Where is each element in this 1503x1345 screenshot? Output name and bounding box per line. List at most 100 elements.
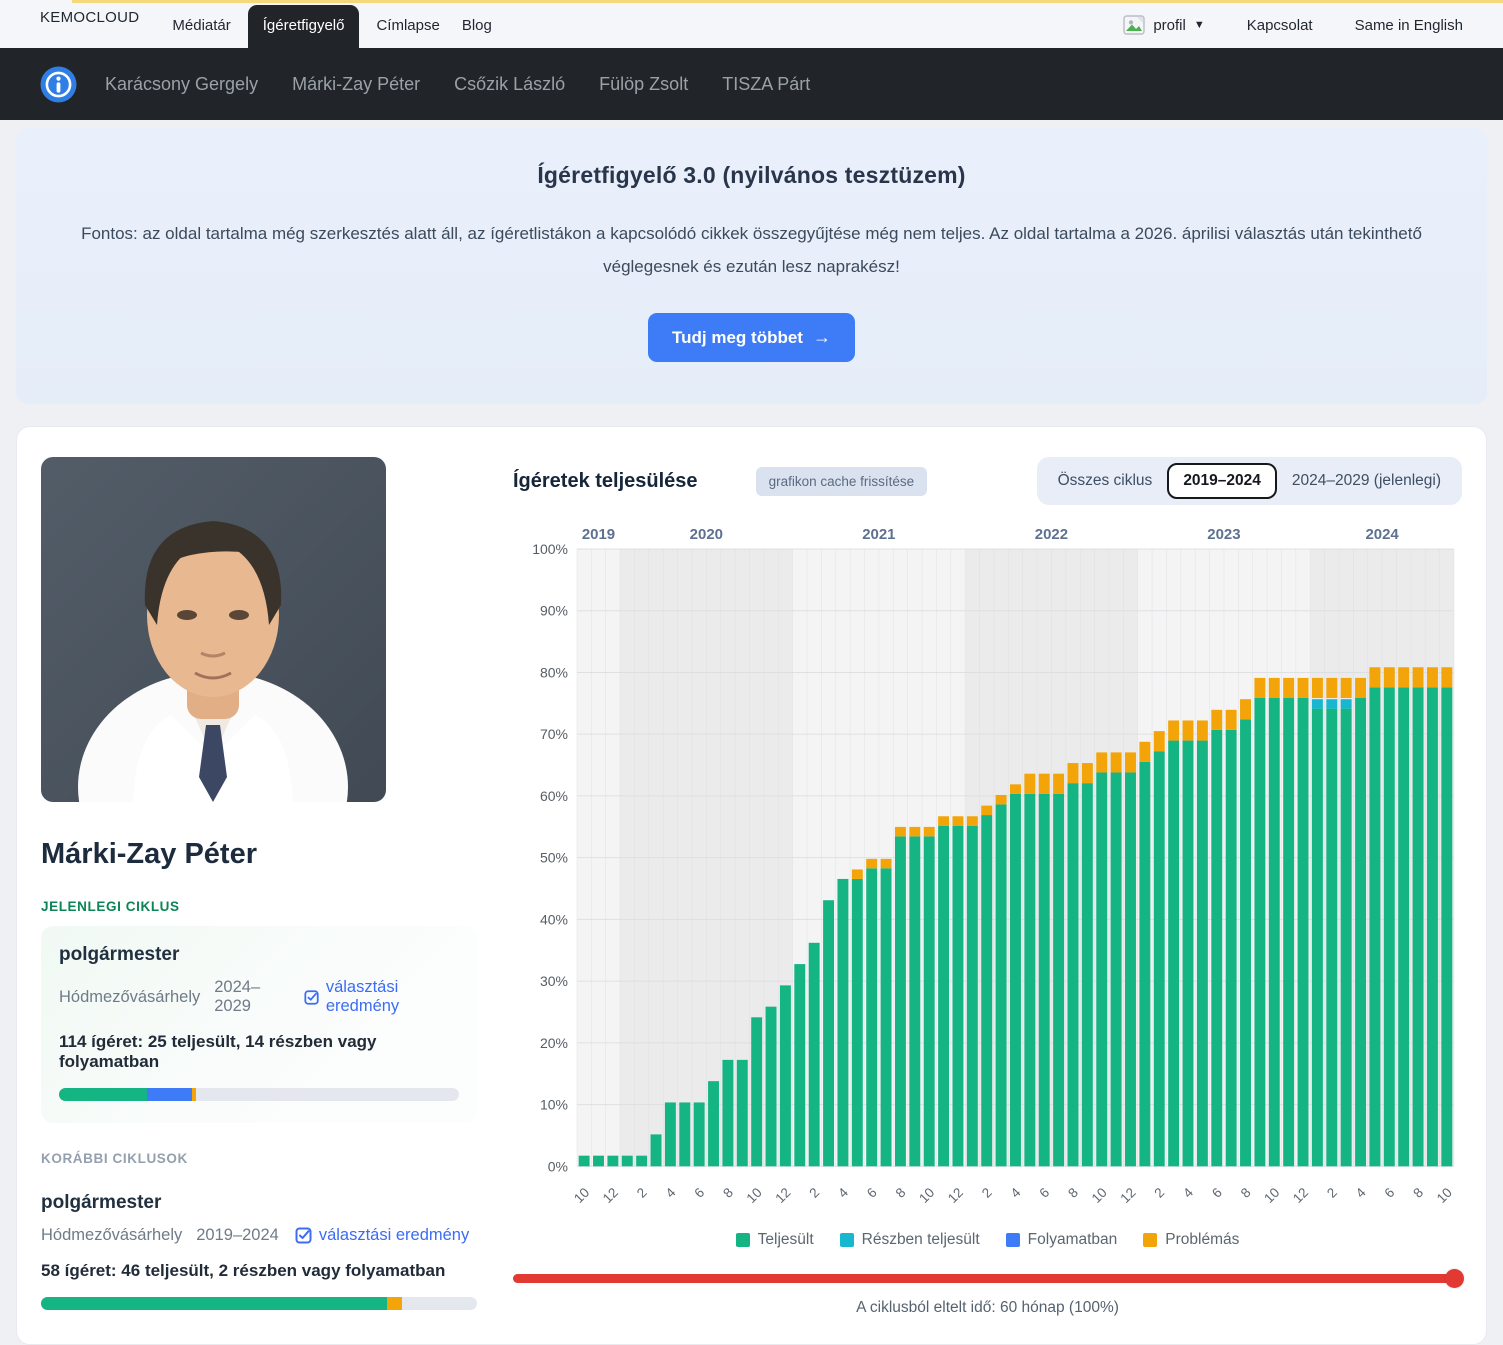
top-accent-strip [72,0,1503,3]
svg-text:6: 6 [691,1185,707,1201]
svg-text:40%: 40% [540,912,568,928]
chart-legend: TeljesültRészben teljesültFolyamatbanPro… [513,1231,1462,1249]
topnav-item-igeretfigyelo[interactable]: Ígéretfigyelő [248,5,360,48]
politician-link-fulop-zsolt[interactable]: Fülöp Zsolt [599,74,688,95]
current-role: polgármester [59,944,459,966]
chart-svg: 2019202020212022202320240%10%20%30%40%50… [513,521,1462,1226]
learn-more-button[interactable]: Tudj meg többet → [648,313,855,362]
info-icon[interactable] [40,66,77,103]
cycle-tab-2024-2029-jelenlegi[interactable]: 2024–2029 (jelenlegi) [1277,464,1456,498]
svg-text:80%: 80% [540,665,568,681]
cycle-tab-2019-2024[interactable]: 2019–2024 [1167,463,1277,499]
progress-segment-teljesult [59,1088,147,1101]
hero-title: Ígéretfigyelő 3.0 (nyilvános tesztüzem) [62,162,1441,189]
svg-text:4: 4 [835,1185,851,1201]
progress-segment-folyamatban [147,1088,193,1101]
svg-text:10: 10 [1434,1185,1455,1206]
svg-text:2: 2 [806,1185,822,1201]
previous-election-link-label: választási eredmény [319,1226,469,1245]
previous-years: 2019–2024 [196,1226,279,1245]
elapsed-time-caption: A ciklusból eltelt idő: 60 hónap (100%) [513,1299,1462,1317]
svg-text:4: 4 [1353,1185,1369,1201]
svg-text:6: 6 [864,1185,880,1201]
topnav-item-cimlapse[interactable]: Címlapse [365,17,450,48]
politician-link-tisza-part[interactable]: TISZA Párt [722,74,810,95]
politician-photo [41,457,386,802]
svg-text:8: 8 [720,1185,736,1201]
svg-text:100%: 100% [532,541,568,557]
brand-kemocloud[interactable]: KEMOCLOUD [40,9,139,40]
profile-menu[interactable]: profil ▼ [1123,14,1204,36]
main-content-card: Márki-Zay Péter JELENLEGI CIKLUS polgárm… [16,426,1487,1345]
svg-text:90%: 90% [540,603,568,619]
politician-link-karacsony-gergely[interactable]: Karácsony Gergely [105,74,258,95]
time-slider-thumb[interactable] [1445,1269,1464,1288]
svg-text:10%: 10% [540,1097,568,1113]
profile-label: profil [1153,17,1186,34]
chart-panel: Ígéretek teljesülése grafikon cache fris… [513,457,1462,1318]
svg-text:10: 10 [916,1185,937,1206]
current-election-link[interactable]: választási eredmény [304,978,459,1016]
svg-text:2021: 2021 [862,526,895,543]
legend-item-reszben-teljesult: Részben teljesült [840,1231,980,1249]
svg-text:20%: 20% [540,1035,568,1051]
previous-city: Hódmezővásárhely [41,1226,182,1245]
svg-text:60%: 60% [540,788,568,804]
chart-title: Ígéretek teljesülése [513,470,698,493]
legend-label: Részben teljesült [862,1231,980,1249]
svg-text:4: 4 [663,1185,679,1201]
previous-term-line: Hódmezővásárhely 2019–2024 választási er… [41,1226,477,1245]
time-slider[interactable] [513,1269,1462,1287]
svg-text:10: 10 [1089,1185,1110,1206]
svg-text:10: 10 [571,1185,592,1206]
current-election-link-label: választási eredmény [326,978,459,1016]
legend-swatch-reszben-teljesult [840,1233,854,1247]
cycle-tab-group: Összes ciklus2019–20242024–2029 (jelenle… [1037,457,1462,505]
svg-text:12: 12 [945,1185,966,1206]
progress-segment-problemas [192,1088,196,1101]
topnav-link-kapcsolat[interactable]: Kapcsolat [1247,17,1313,34]
checkbox-check-icon [295,1227,312,1244]
current-years: 2024–2029 [214,978,288,1016]
current-cycle-label: JELENLEGI CIKLUS [41,899,477,914]
legend-item-teljesult: Teljesült [736,1231,814,1249]
svg-text:2: 2 [634,1185,650,1201]
hero-banner: Ígéretfigyelő 3.0 (nyilvános tesztüzem) … [16,128,1487,404]
svg-text:50%: 50% [540,850,568,866]
topnav-item-mediatar[interactable]: Médiatár [161,17,241,48]
legend-label: Problémás [1165,1231,1239,1249]
topnav-link-english[interactable]: Same in English [1355,17,1463,34]
current-progress-bar [59,1088,459,1101]
politicians-navbar: Karácsony Gergely Márki-Zay Péter Csőzik L… [0,48,1503,120]
cycle-tab-osszes-ciklus[interactable]: Összes ciklus [1043,464,1168,498]
top-navbar: KEMOCLOUD MédiatárÍgéretfigyelőCímlapseB… [0,0,1503,48]
time-slider-track[interactable] [513,1274,1462,1283]
svg-text:10: 10 [1261,1185,1282,1206]
progress-segment-problemas [387,1297,402,1310]
previous-stats: 58 ígéret: 46 teljesült, 2 részben vagy … [41,1261,477,1281]
svg-text:2: 2 [979,1185,995,1201]
svg-text:6: 6 [1382,1185,1398,1201]
hero-description: Fontos: az oldal tartalma még szerkeszté… [62,217,1441,283]
checkbox-check-icon [304,989,319,1006]
politician-link-marki-zay-peter[interactable]: Márki-Zay Péter [292,74,420,95]
politician-link-csozik-laszlo[interactable]: Csőzik László [454,74,565,95]
svg-text:6: 6 [1036,1185,1052,1201]
learn-more-label: Tudj meg többet [672,328,803,348]
topnav-item-blog[interactable]: Blog [451,17,503,48]
refresh-cache-button[interactable]: grafikon cache frissítése [756,467,928,496]
legend-label: Teljesült [758,1231,814,1249]
legend-swatch-problemas [1143,1233,1157,1247]
current-term-line: Hódmezővásárhely 2024–2029 választási er… [59,978,459,1016]
current-term-card: polgármester Hódmezővásárhely 2024–2029 … [41,926,477,1123]
svg-text:8: 8 [893,1185,909,1201]
svg-text:2020: 2020 [690,526,723,543]
previous-role: polgármester [41,1192,477,1214]
current-city: Hódmezővásárhely [59,988,200,1007]
legend-swatch-teljesult [736,1233,750,1247]
topnav-items: MédiatárÍgéretfigyelőCímlapseBlog [161,0,502,48]
svg-text:8: 8 [1238,1185,1254,1201]
svg-text:4: 4 [1180,1185,1196,1201]
previous-progress-bar [41,1297,477,1310]
previous-election-link[interactable]: választási eredmény [295,1226,469,1245]
